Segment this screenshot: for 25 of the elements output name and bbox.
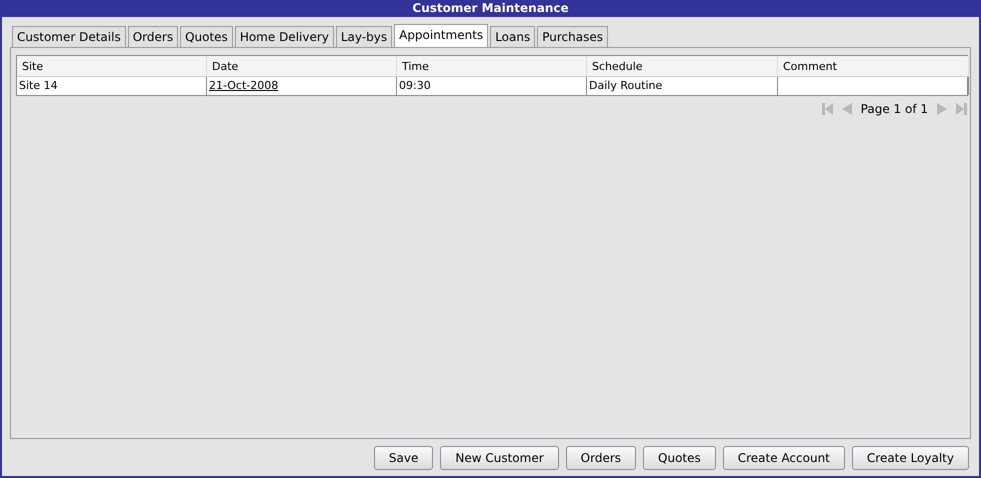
column-header[interactable]: Time [397,56,587,77]
action-button[interactable]: Orders [566,446,636,470]
action-button[interactable]: Create Account [722,446,845,470]
tab[interactable]: Lay-bys [336,26,392,47]
action-button[interactable]: Save [374,446,434,470]
column-header[interactable]: Site [17,56,207,77]
column-header[interactable]: Schedule [587,56,778,77]
tab[interactable]: Purchases [537,26,608,47]
tab[interactable]: Loans [490,26,536,47]
action-button[interactable]: New Customer [440,446,559,470]
tab[interactable]: Customer Details [12,26,126,47]
table-cell: Site 14 [17,77,207,95]
tab[interactable]: Quotes [180,26,233,47]
date-link[interactable]: 21-Oct-2008 [207,77,397,95]
table-cell: 09:30 [397,77,587,95]
column-header[interactable]: Comment [778,56,969,77]
table-cell: Daily Routine [587,77,778,95]
column-header[interactable]: Date [207,56,397,77]
tab[interactable]: Home Delivery [234,26,334,47]
window-title: Customer Maintenance [2,0,979,17]
action-button[interactable]: Quotes [643,446,716,470]
tab[interactable]: Appointments [394,24,488,47]
page-indicator: Page 1 of 1 [860,101,928,118]
action-button[interactable]: Create Loyalty [852,446,969,470]
tab[interactable]: Orders [128,26,178,47]
